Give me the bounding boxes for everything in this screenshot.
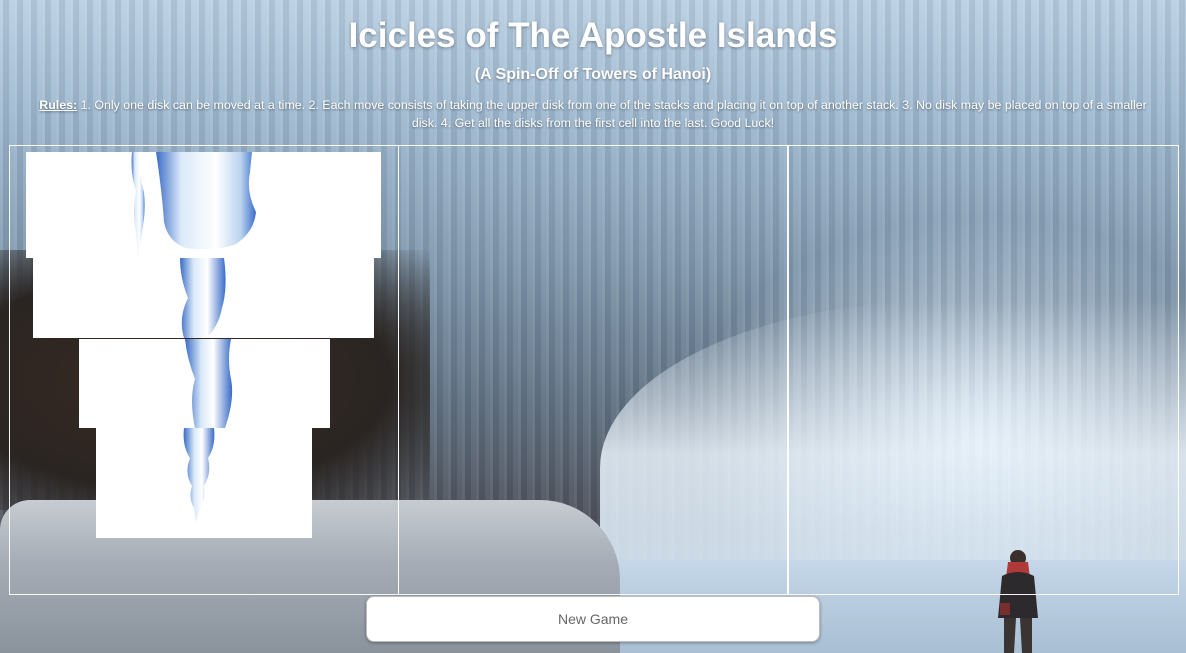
- icicle-icon: [183, 428, 215, 522]
- disk-2[interactable]: [33, 258, 374, 338]
- disk-4[interactable]: [96, 428, 312, 538]
- tower-cell-2[interactable]: [398, 145, 788, 595]
- rules-label: Rules:: [39, 98, 78, 112]
- new-game-button[interactable]: New Game: [366, 596, 820, 642]
- rules-text: Rules: 1. Only one disk can be moved at …: [30, 96, 1156, 132]
- icicle-icon: [185, 339, 233, 428]
- disk-3[interactable]: [79, 339, 330, 428]
- rules-body: 1. Only one disk can be moved at a time.…: [77, 98, 1147, 130]
- icicle-icon: [131, 152, 256, 260]
- page-title: Icicles of The Apostle Islands: [348, 16, 838, 55]
- tower-cell-1[interactable]: [9, 145, 399, 595]
- page-subtitle: (A Spin-Off of Towers of Hanoi): [474, 66, 712, 83]
- icicle-icon: [180, 258, 226, 338]
- tower-cell-3[interactable]: [788, 145, 1179, 595]
- game-board: [9, 145, 1179, 595]
- disk-1[interactable]: [26, 152, 381, 260]
